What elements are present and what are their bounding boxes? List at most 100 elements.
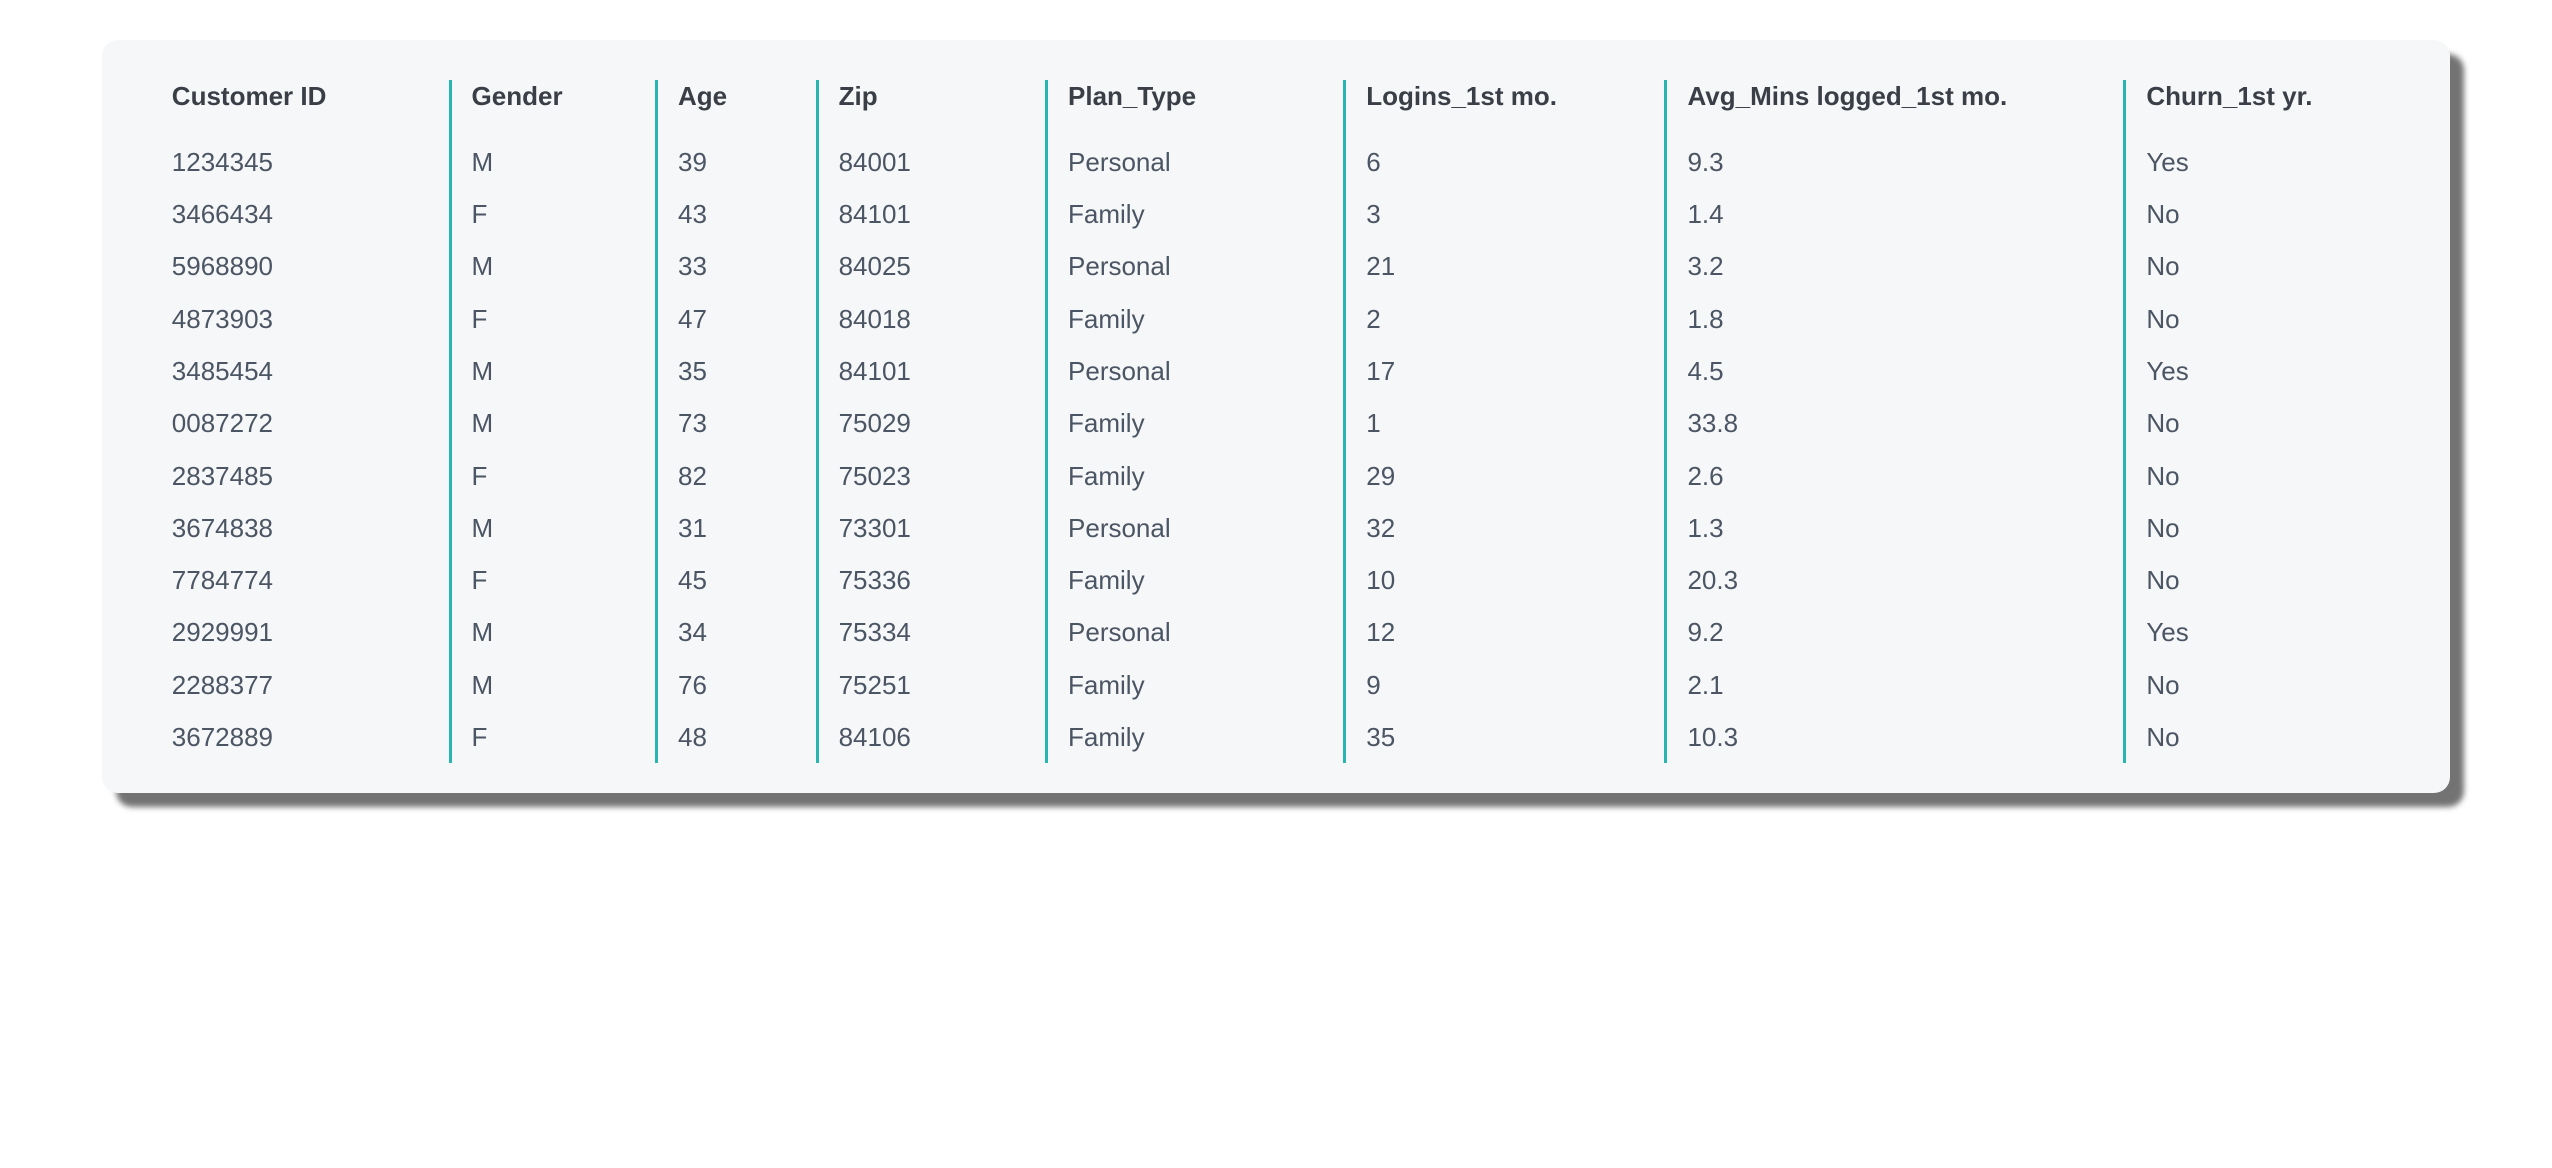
cell-customer-id: 2929991 (152, 606, 450, 658)
cell-plan-type: Personal (1047, 606, 1345, 658)
header-logins: Logins_1st mo. (1345, 80, 1666, 136)
cell-customer-id: 4873903 (152, 293, 450, 345)
cell-plan-type: Personal (1047, 240, 1345, 292)
cell-plan-type: Family (1047, 554, 1345, 606)
cell-churn: No (2125, 240, 2400, 292)
cell-gender: F (450, 293, 656, 345)
table-row: 3466434F4384101Family31.4No (152, 188, 2400, 240)
cell-avg-mins: 1.3 (1666, 502, 2125, 554)
cell-avg-mins: 2.6 (1666, 450, 2125, 502)
cell-plan-type: Family (1047, 188, 1345, 240)
header-zip: Zip (817, 80, 1046, 136)
cell-logins: 9 (1345, 659, 1666, 711)
cell-logins: 3 (1345, 188, 1666, 240)
cell-churn: Yes (2125, 345, 2400, 397)
cell-age: 34 (657, 606, 818, 658)
cell-logins: 35 (1345, 711, 1666, 763)
cell-plan-type: Family (1047, 450, 1345, 502)
cell-zip: 75251 (817, 659, 1046, 711)
cell-customer-id: 3674838 (152, 502, 450, 554)
cell-logins: 12 (1345, 606, 1666, 658)
cell-churn: No (2125, 450, 2400, 502)
cell-age: 33 (657, 240, 818, 292)
cell-gender: M (450, 240, 656, 292)
table-row: 3672889F4884106Family3510.3No (152, 711, 2400, 763)
cell-logins: 2 (1345, 293, 1666, 345)
cell-age: 43 (657, 188, 818, 240)
cell-avg-mins: 3.2 (1666, 240, 2125, 292)
cell-customer-id: 7784774 (152, 554, 450, 606)
cell-plan-type: Personal (1047, 136, 1345, 188)
cell-logins: 6 (1345, 136, 1666, 188)
table-row: 2837485F8275023Family292.6No (152, 450, 2400, 502)
cell-age: 76 (657, 659, 818, 711)
cell-logins: 17 (1345, 345, 1666, 397)
cell-gender: F (450, 554, 656, 606)
cell-churn: Yes (2125, 136, 2400, 188)
cell-zip: 84106 (817, 711, 1046, 763)
table-row: 7784774F4575336Family1020.3No (152, 554, 2400, 606)
table-row: 4873903F4784018Family21.8No (152, 293, 2400, 345)
cell-customer-id: 0087272 (152, 397, 450, 449)
cell-churn: No (2125, 293, 2400, 345)
cell-age: 31 (657, 502, 818, 554)
cell-zip: 84101 (817, 188, 1046, 240)
cell-gender: F (450, 711, 656, 763)
cell-zip: 84001 (817, 136, 1046, 188)
header-customer-id: Customer ID (152, 80, 450, 136)
table-row: 3485454M3584101Personal174.5Yes (152, 345, 2400, 397)
header-plan-type: Plan_Type (1047, 80, 1345, 136)
cell-plan-type: Family (1047, 397, 1345, 449)
cell-gender: M (450, 345, 656, 397)
cell-logins: 10 (1345, 554, 1666, 606)
cell-churn: No (2125, 659, 2400, 711)
cell-avg-mins: 1.8 (1666, 293, 2125, 345)
header-churn: Churn_1st yr. (2125, 80, 2400, 136)
cell-zip: 73301 (817, 502, 1046, 554)
cell-customer-id: 2288377 (152, 659, 450, 711)
cell-customer-id: 1234345 (152, 136, 450, 188)
cell-avg-mins: 9.3 (1666, 136, 2125, 188)
table-row: 0087272M7375029Family133.8No (152, 397, 2400, 449)
cell-zip: 75029 (817, 397, 1046, 449)
table-row: 3674838M3173301Personal321.3No (152, 502, 2400, 554)
cell-gender: F (450, 188, 656, 240)
cell-avg-mins: 10.3 (1666, 711, 2125, 763)
cell-plan-type: Family (1047, 293, 1345, 345)
header-avg-mins: Avg_Mins logged_1st mo. (1666, 80, 2125, 136)
cell-customer-id: 3466434 (152, 188, 450, 240)
cell-churn: No (2125, 502, 2400, 554)
cell-avg-mins: 2.1 (1666, 659, 2125, 711)
cell-zip: 84101 (817, 345, 1046, 397)
cell-zip: 84018 (817, 293, 1046, 345)
cell-churn: Yes (2125, 606, 2400, 658)
cell-zip: 75334 (817, 606, 1046, 658)
cell-avg-mins: 33.8 (1666, 397, 2125, 449)
cell-customer-id: 3485454 (152, 345, 450, 397)
cell-logins: 21 (1345, 240, 1666, 292)
cell-age: 48 (657, 711, 818, 763)
cell-age: 82 (657, 450, 818, 502)
cell-customer-id: 5968890 (152, 240, 450, 292)
cell-gender: M (450, 502, 656, 554)
customer-table: Customer ID Gender Age Zip Plan_Type Log… (152, 80, 2400, 763)
table-panel: Customer ID Gender Age Zip Plan_Type Log… (102, 40, 2450, 793)
cell-logins: 29 (1345, 450, 1666, 502)
table-row: 1234345M3984001Personal69.3Yes (152, 136, 2400, 188)
header-row: Customer ID Gender Age Zip Plan_Type Log… (152, 80, 2400, 136)
cell-zip: 75336 (817, 554, 1046, 606)
header-gender: Gender (450, 80, 656, 136)
table-row: 2288377M7675251Family92.1No (152, 659, 2400, 711)
cell-avg-mins: 4.5 (1666, 345, 2125, 397)
header-age: Age (657, 80, 818, 136)
cell-logins: 32 (1345, 502, 1666, 554)
cell-gender: M (450, 659, 656, 711)
table-row: 2929991M3475334Personal129.2Yes (152, 606, 2400, 658)
cell-churn: No (2125, 188, 2400, 240)
cell-avg-mins: 9.2 (1666, 606, 2125, 658)
cell-logins: 1 (1345, 397, 1666, 449)
cell-churn: No (2125, 397, 2400, 449)
cell-plan-type: Family (1047, 659, 1345, 711)
cell-plan-type: Personal (1047, 502, 1345, 554)
cell-age: 47 (657, 293, 818, 345)
